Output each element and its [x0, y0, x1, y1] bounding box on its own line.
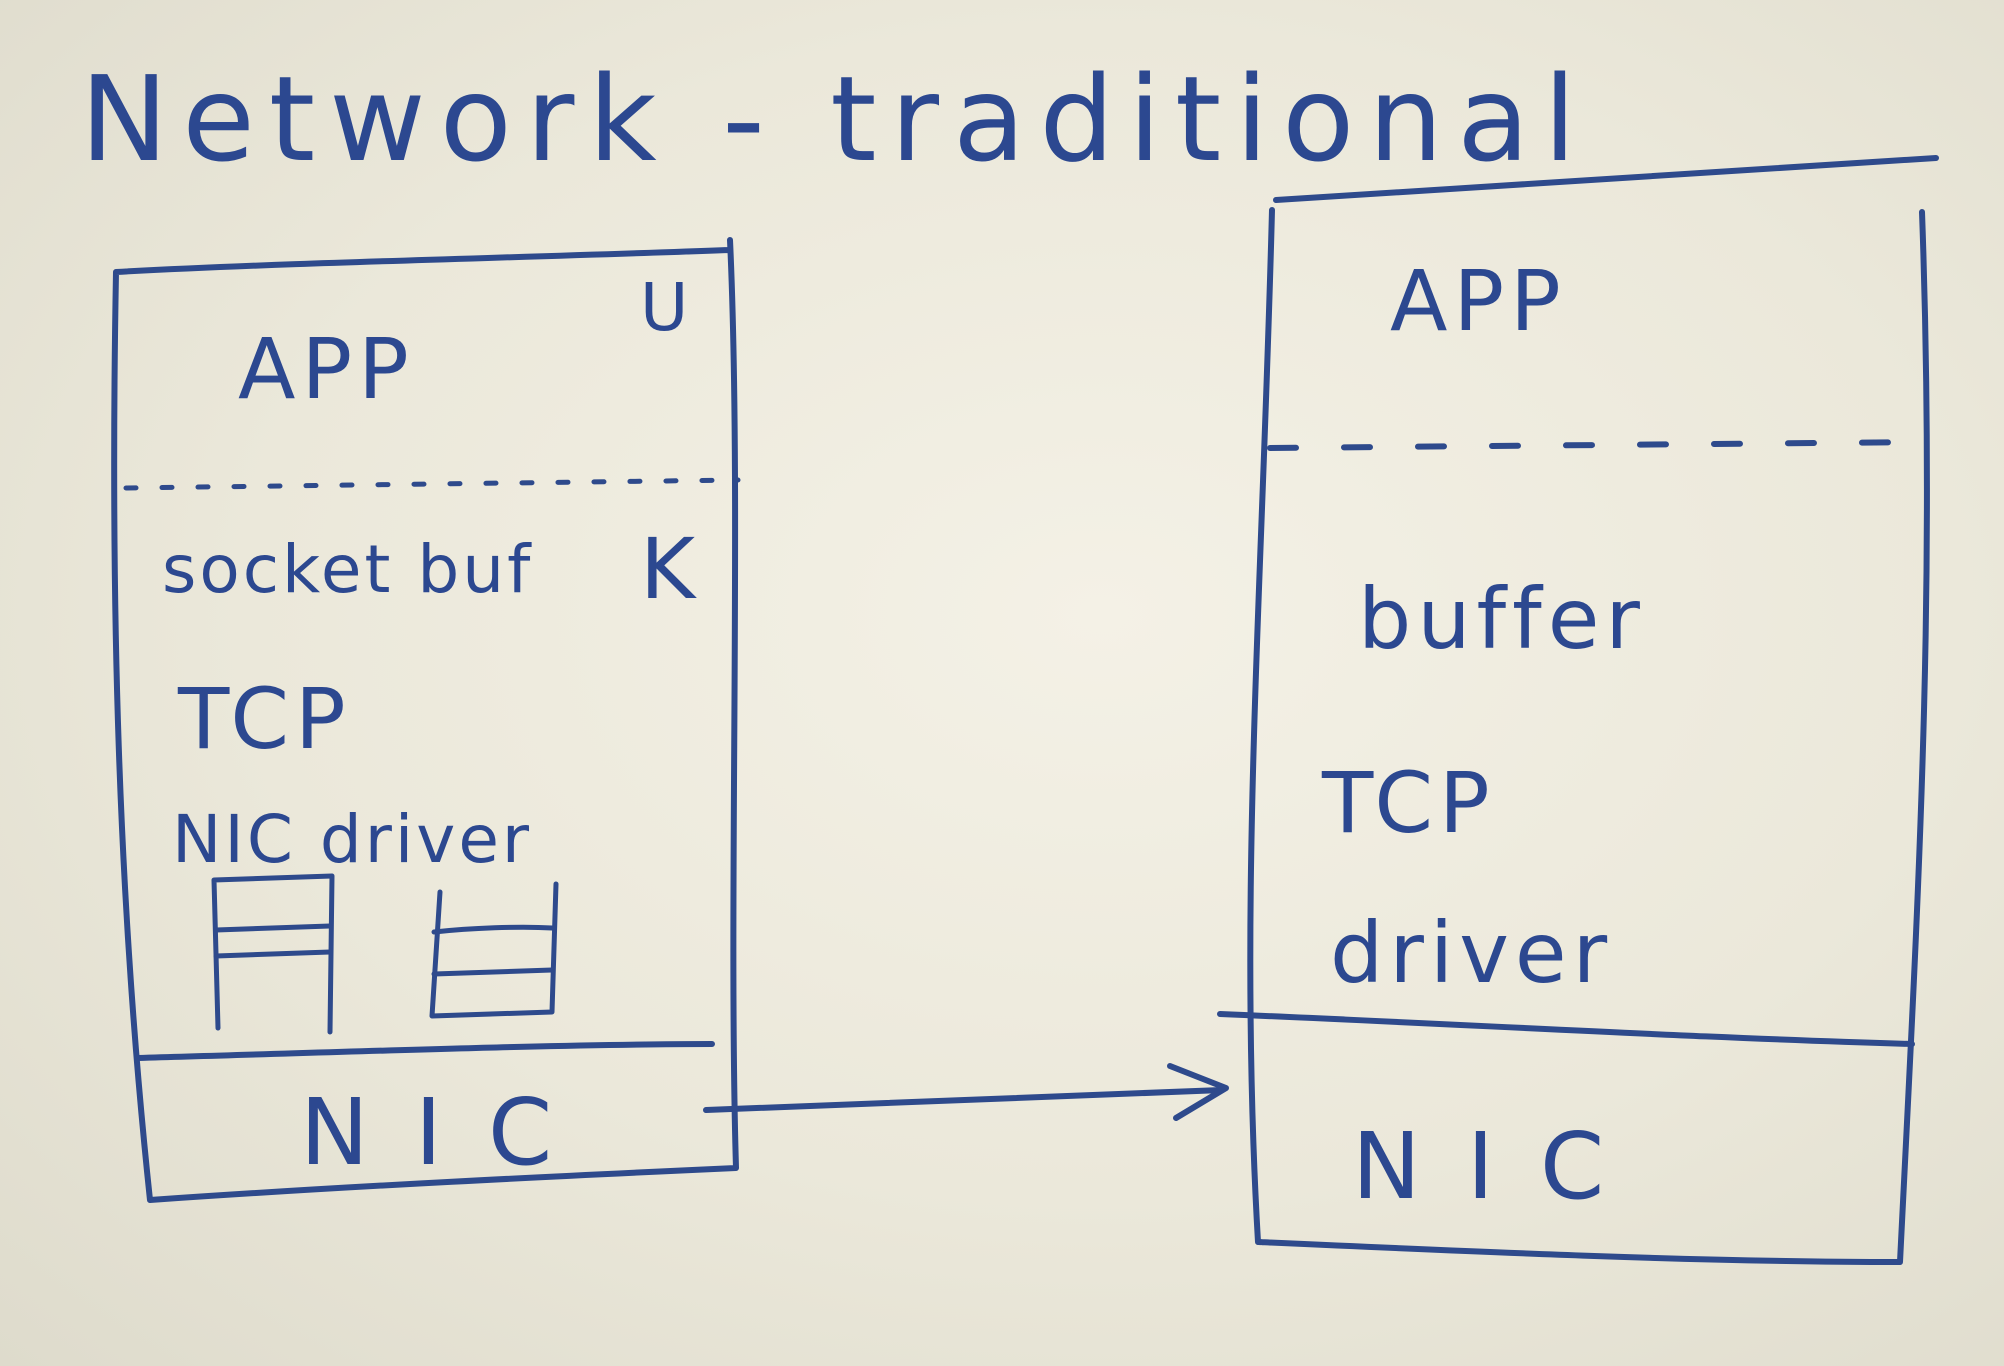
- receiver-host: APP buffer TCP driver NIC: [1217, 155, 1939, 1265]
- receiver-driver-label: driver: [1330, 904, 1613, 1002]
- sender-kernel-mark: K: [640, 520, 701, 618]
- sender-app-label: APP: [238, 320, 415, 418]
- sender-tx-ring-icon: [211, 873, 335, 1035]
- whiteboard-diagram: Network - traditional APP U socket buf K…: [80, 50, 1939, 1265]
- sender-nic-label: NIC: [300, 1079, 598, 1186]
- sender-user-mark: U: [640, 269, 691, 346]
- receiver-app-label: APP: [1390, 252, 1567, 350]
- receiver-user-kernel-divider: [1267, 439, 1931, 451]
- sender-nic-driver-label: NIC driver: [172, 801, 532, 878]
- network-link-arrow: [703, 1063, 1229, 1121]
- sender-kernel-nic-divider: [135, 1041, 715, 1061]
- diagram-title: Network - traditional: [80, 50, 1590, 188]
- receiver-buffer-label: buffer: [1358, 570, 1646, 668]
- sender-rx-ring-icon: [429, 881, 559, 1019]
- receiver-host-box: [1247, 155, 1939, 1265]
- receiver-tcp-label: TCP: [1321, 754, 1496, 852]
- sender-user-kernel-divider: [123, 477, 741, 491]
- receiver-nic-label: NIC: [1352, 1113, 1650, 1220]
- sender-host: APP U socket buf K TCP NIC driver NIC: [111, 237, 741, 1203]
- sender-tcp-label: TCP: [177, 670, 352, 768]
- sender-socket-buf-label: socket buf: [162, 531, 533, 608]
- receiver-kernel-nic-divider: [1217, 1011, 1915, 1047]
